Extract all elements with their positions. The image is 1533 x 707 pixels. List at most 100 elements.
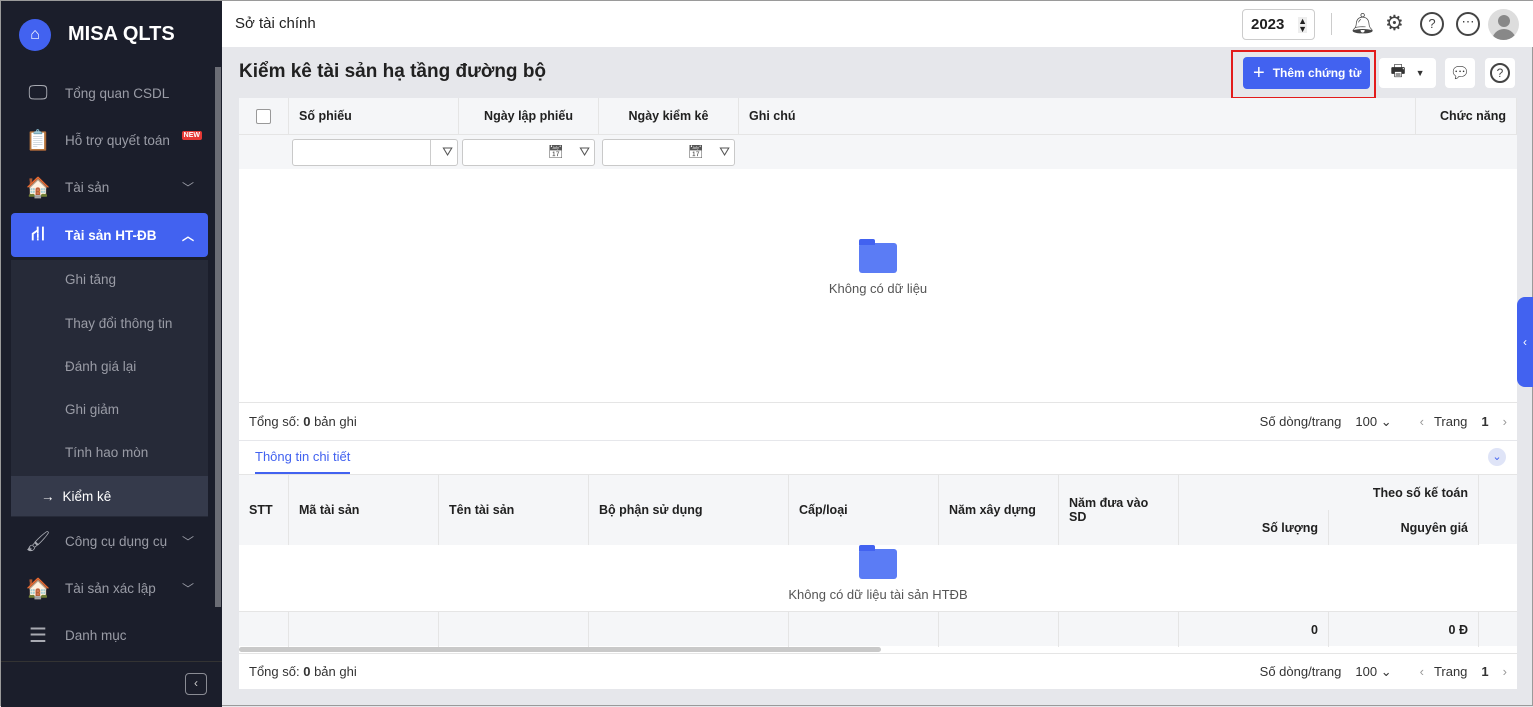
col-note[interactable]: Ghi chú (739, 98, 1416, 134)
summary-row: 0 0 Đ (239, 611, 1517, 647)
total-label: Tổng số: (249, 664, 300, 679)
chevron-down-icon: ⌄ (1380, 663, 1392, 679)
select-all-cell (239, 98, 289, 134)
col-quantity: Số lượng (1179, 510, 1329, 545)
calendar-icon[interactable]: 📅︎ (547, 144, 564, 160)
col-group-accounting: Theo số kế toán (1179, 475, 1479, 511)
sidebar-item-tools[interactable]: 🖌 Công cụ dụng cụ ﹀ (11, 519, 208, 563)
submenu-item-change-info[interactable]: Thay đổi thông tin (11, 302, 208, 345)
total-suffix: bản ghi (314, 664, 357, 679)
printer-icon: 🖶 (1390, 62, 1406, 80)
inventory-date-filter[interactable]: 📅︎ ⛛ (602, 139, 735, 166)
sidebar-item-established-assets[interactable]: 🏠 Tài sản xác lập ﹀ (11, 566, 208, 610)
prev-page-icon[interactable]: ‹ (1420, 664, 1424, 679)
chevron-down-icon: ⌄ (1380, 413, 1392, 429)
tab-detail-info[interactable]: Thông tin chi tiết (255, 449, 351, 474)
horizontal-scrollbar[interactable] (239, 647, 881, 652)
rows-value: 100 (1355, 413, 1378, 429)
house-car-icon: 🏠 (25, 176, 51, 199)
filter-icon[interactable]: ⛛ (719, 144, 730, 160)
filter-row: ⛛ 📅︎ ⛛ 📅︎ ⛛ (239, 134, 1517, 169)
collapse-sidebar-button[interactable]: ‹ (185, 673, 207, 695)
sidebar-item-catalog[interactable]: ☰ Danh mục (11, 613, 208, 657)
paint-roller-icon: 🖌 (25, 530, 51, 553)
new-badge: NEW (181, 131, 202, 140)
sidebar-item-settlement[interactable]: 📋 Hỗ trợ quyết toán NEW (11, 118, 208, 162)
label: Danh mục (65, 627, 127, 643)
next-page-icon[interactable]: › (1503, 664, 1507, 679)
empty-text: Không có dữ liệu tài sản HTĐB (788, 587, 968, 602)
col-inventory-date[interactable]: Ngày kiểm kê (599, 98, 739, 134)
page-number[interactable]: 1 (1481, 664, 1488, 679)
col-voucher-no[interactable]: Số phiếu (289, 98, 459, 134)
bell-icon[interactable]: 🔔︎ (1350, 11, 1375, 36)
col-asset-name: Tên tài sản (439, 475, 589, 545)
rows-per-page-select[interactable]: 100 ⌄ (1355, 414, 1391, 430)
caret-down-icon: ▼ (1415, 68, 1425, 78)
arrow-right-icon: → (41, 488, 55, 504)
sidebar-scrollbar[interactable] (215, 67, 221, 607)
col-cost: Nguyên giá (1329, 510, 1479, 545)
label: Tài sản HT-ĐB (65, 227, 157, 243)
more-icon[interactable]: ⋯ (1456, 12, 1480, 36)
grid-footer: Tổng số: 0 bản ghi Số dòng/trang 100 ⌄ ‹… (239, 402, 1517, 440)
monitor-icon: 🖵 (28, 81, 48, 104)
year-stepper[interactable]: 2023 ▲ ▼ (1242, 9, 1315, 40)
filter-icon[interactable]: ⛛ (442, 144, 453, 160)
avatar[interactable] (1488, 9, 1519, 40)
next-page-icon[interactable]: › (1503, 414, 1507, 429)
help-icon[interactable]: ? (1420, 12, 1444, 36)
help-button[interactable]: ? (1485, 58, 1515, 88)
sidebar-item-overview[interactable]: 🖵 Tổng quan CSDL (11, 71, 208, 115)
label: Hỗ trợ quyết toán (65, 132, 170, 148)
gear-icon[interactable]: ⚙ (1385, 11, 1404, 36)
sidebar-item-road-assets[interactable]: ⛙ Tài sản HT-ĐB ︿ (11, 213, 208, 257)
empty-state: Không có dữ liệu (239, 239, 1517, 296)
calendar-icon[interactable]: 📅︎ (687, 144, 704, 160)
feedback-button[interactable]: 💬︎ (1445, 58, 1475, 88)
total-count: 0 (303, 414, 311, 429)
label: Tổng quan CSDL (65, 85, 170, 101)
clipboard-icon: 📋 (25, 129, 51, 152)
label: Công cụ dụng cụ (65, 533, 168, 549)
submenu-item-depreciation[interactable]: Tính hao mòn (11, 431, 208, 474)
sidebar-item-assets[interactable]: 🏠 Tài sản ﹀ (11, 165, 208, 209)
created-date-filter[interactable]: 📅︎ ⛛ (462, 139, 595, 166)
filter-icon[interactable]: ⛛ (579, 144, 590, 160)
plus-icon: + (1253, 61, 1265, 84)
help-icon: ? (1490, 63, 1510, 83)
col-department: Bộ phận sử dụng (589, 475, 789, 545)
col-asset-code: Mã tài sản (289, 475, 439, 545)
chevron-down-icon[interactable]: ⌄ (1488, 448, 1506, 466)
detail-empty-state: Không có dữ liệu tài sản HTĐB (239, 545, 1517, 602)
select-all-checkbox[interactable] (256, 108, 271, 124)
print-button[interactable]: 🖶 ▼ (1379, 58, 1436, 88)
add-voucher-button[interactable]: + Thêm chứng từ (1243, 57, 1370, 89)
chevron-down-icon: ﹀ (181, 581, 194, 596)
list-icon: ☰ (29, 624, 47, 647)
detail-panel: Thông tin chi tiết ⌄ STT Mã tài sản Tên … (239, 441, 1517, 689)
col-created-date[interactable]: Ngày lập phiếu (459, 98, 599, 134)
submenu-item-inventory[interactable]: → Kiểm kê (11, 476, 208, 516)
sidebar: ⌂ MISA QLTS 🖵 Tổng quan CSDL 📋 Hỗ trợ quyế… (1, 1, 222, 707)
chevron-up-icon: ︿ (181, 228, 194, 243)
house-car-icon: 🏠 (25, 577, 51, 600)
submenu-item-revaluate[interactable]: Đánh giá lại (11, 345, 208, 388)
rows-per-page-select[interactable]: 100 ⌄ (1355, 664, 1391, 680)
page-title: Kiểm kê tài sản hạ tầng đường bộ (239, 61, 547, 82)
spin-icon[interactable]: ▲ ▼ (1298, 17, 1307, 34)
label: Tài sản (65, 179, 110, 195)
prev-page-icon[interactable]: ‹ (1420, 414, 1424, 429)
total-count: 0 (303, 664, 311, 679)
submenu-item-increase[interactable]: Ghi tăng (11, 258, 208, 301)
rows-value: 100 (1355, 663, 1378, 679)
page-number[interactable]: 1 (1481, 414, 1488, 429)
voucher-no-filter[interactable]: ⛛ (292, 139, 458, 166)
side-panel-toggle[interactable]: ‹ (1517, 297, 1533, 387)
folder-icon (859, 239, 897, 273)
submenu-item-decrease[interactable]: Ghi giảm (11, 388, 208, 431)
logo-icon: ⌂ (19, 19, 51, 51)
col-stt: STT (239, 475, 289, 545)
total-suffix: bản ghi (314, 414, 357, 429)
rows-per-page-label: Số dòng/trang (1259, 664, 1342, 679)
